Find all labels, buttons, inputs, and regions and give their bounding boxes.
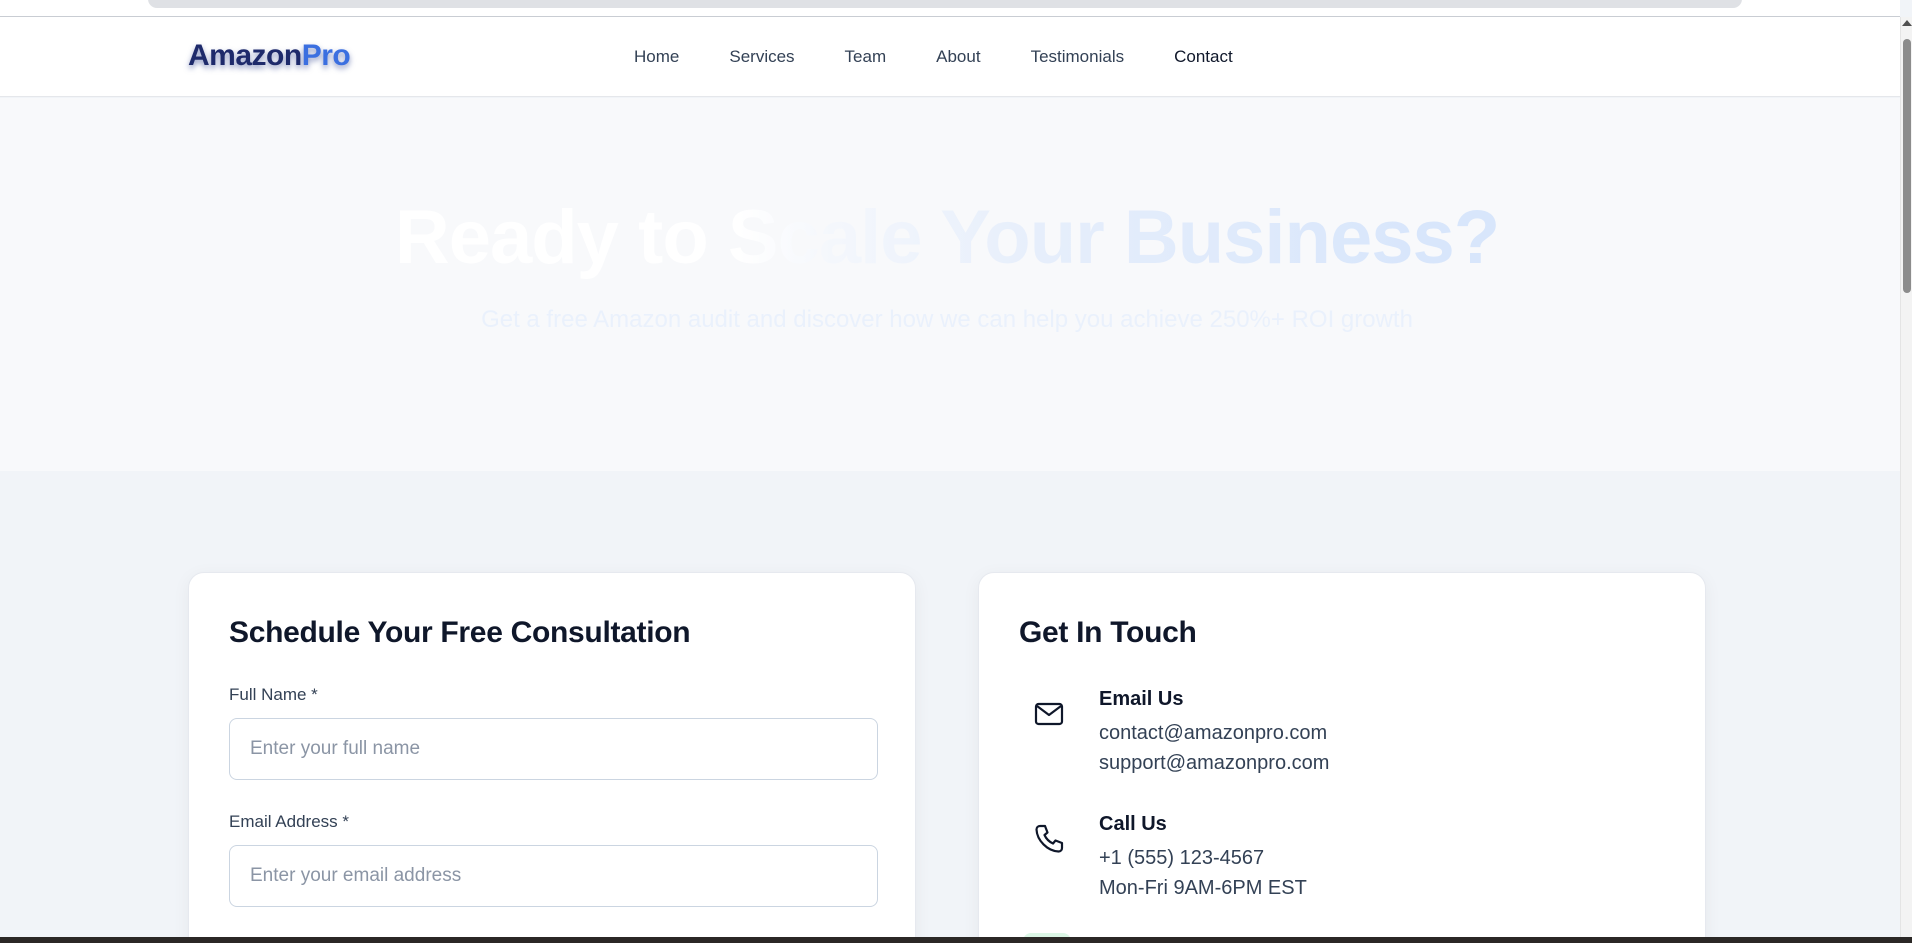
- site-logo[interactable]: AmazonPro: [188, 39, 351, 73]
- contact-info-title: Get In Touch: [1019, 616, 1197, 649]
- full-name-input[interactable]: [229, 718, 878, 780]
- consultation-form-title: Schedule Your Free Consultation: [229, 616, 691, 649]
- email-address-support[interactable]: support@amazonpro.com: [1099, 752, 1329, 775]
- nav-link-team[interactable]: Team: [845, 47, 887, 67]
- phone-icon: [1035, 824, 1064, 853]
- contact-info-card: Get In Touch Email Us contact@amazonpro.…: [978, 572, 1706, 943]
- nav-link-about[interactable]: About: [936, 47, 980, 67]
- email-address-primary[interactable]: contact@amazonpro.com: [1099, 722, 1327, 745]
- phone-hours: Mon-Fri 9AM-6PM EST: [1099, 877, 1307, 899]
- nav-link-services[interactable]: Services: [729, 47, 794, 67]
- nav-link-home[interactable]: Home: [634, 47, 679, 67]
- phone-contact-heading: Call Us: [1099, 813, 1167, 835]
- address-bar[interactable]: [148, 0, 1742, 8]
- hero-subtitle: Get a free Amazon audit and discover how…: [481, 306, 1413, 333]
- site-header: AmazonPro Home Services Team About Testi…: [0, 17, 1900, 97]
- main-nav: Home Services Team About Testimonials Co…: [634, 47, 1283, 67]
- scroll-up-arrow-icon[interactable]: [1902, 20, 1912, 26]
- full-name-label: Full Name *: [229, 685, 318, 704]
- mail-icon: [1034, 702, 1064, 726]
- hero-title: Ready to Scale Your Business?: [0, 194, 1894, 281]
- scrollbar-thumb[interactable]: [1903, 39, 1911, 293]
- email-input[interactable]: [229, 845, 878, 907]
- page-scrollbar[interactable]: [1900, 17, 1912, 937]
- os-taskbar-edge: [0, 937, 1912, 943]
- logo-text-amazon: Amazon: [188, 39, 302, 72]
- email-contact-heading: Email Us: [1099, 688, 1184, 710]
- phone-number[interactable]: +1 (555) 123-4567: [1099, 847, 1264, 870]
- browser-toolbar: [0, 0, 1900, 17]
- consultation-form-card: Schedule Your Free Consultation Full Nam…: [188, 572, 916, 943]
- hero-section: Ready to Scale Your Business? Get a free…: [0, 98, 1900, 471]
- email-label: Email Address *: [229, 812, 349, 831]
- nav-link-testimonials[interactable]: Testimonials: [1031, 47, 1125, 67]
- nav-link-contact[interactable]: Contact: [1174, 47, 1233, 67]
- logo-text-pro: Pro: [301, 39, 351, 72]
